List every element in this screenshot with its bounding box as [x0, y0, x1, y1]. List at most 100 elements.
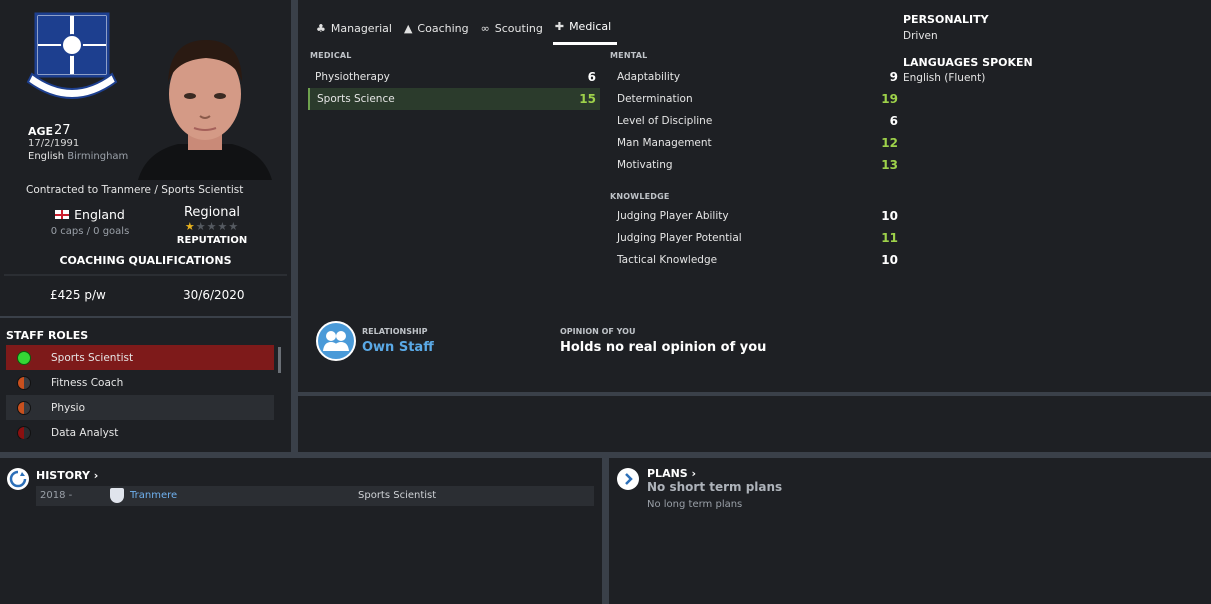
attribute-value: 6 — [587, 70, 596, 84]
attribute-row[interactable]: Tactical Knowledge 10 — [610, 249, 902, 271]
history-title[interactable]: HISTORY › — [36, 469, 98, 482]
reputation-stars: ★★★★★ — [162, 220, 262, 233]
attribute-row[interactable]: Motivating 13 — [610, 154, 902, 176]
plans-panel: PLANS › No short term plans No long term… — [609, 458, 1211, 604]
attribute-label: Sports Science — [317, 93, 395, 105]
tab-label: Medical — [569, 20, 612, 33]
opinion-value: Holds no real opinion of you — [560, 340, 767, 355]
role-item-physio[interactable]: Physio — [6, 395, 274, 420]
tab-medical[interactable]: ✚ Medical — [552, 19, 618, 45]
attribute-label: Determination — [617, 93, 693, 105]
opinion-label: OPINION OF YOU — [560, 327, 636, 336]
role-label: Fitness Coach — [51, 376, 124, 389]
attribute-value: 9 — [889, 70, 898, 84]
knowledge-attributes: Judging Player Ability 10 Judging Player… — [610, 205, 902, 271]
role-label: Physio — [51, 401, 86, 414]
birthplace[interactable]: Birmingham — [67, 151, 128, 162]
attribute-value: 13 — [881, 158, 898, 172]
staff-roles-list[interactable]: Sports Scientist Fitness Coach Physio Da… — [6, 345, 274, 439]
staff-roles-title: STAFF ROLES — [6, 329, 89, 342]
attribute-row[interactable]: Judging Player Potential 11 — [610, 227, 902, 249]
caps-goals: 0 caps / 0 goals — [50, 226, 130, 237]
nationality-value: English — [28, 151, 65, 162]
medical-section-title: MEDICAL — [310, 51, 352, 60]
coaching-icon: ▲ — [403, 21, 413, 35]
attribute-row[interactable]: Sports Science 15 — [308, 88, 600, 110]
england-flag-icon — [55, 210, 70, 219]
relationship-icon — [316, 321, 356, 361]
tab-managerial[interactable]: ♣ Managerial — [314, 19, 398, 45]
history-icon — [7, 468, 29, 490]
relationship-value: Own Staff — [362, 340, 434, 355]
binoculars-icon: ∞ — [480, 21, 490, 35]
attribute-label: Physiotherapy — [315, 71, 390, 83]
role-item-data-analyst[interactable]: Data Analyst — [6, 420, 274, 439]
attribute-value: 10 — [881, 209, 898, 223]
role-suitability-icon — [17, 350, 31, 365]
tab-label: Coaching — [417, 21, 469, 35]
club-badge-icon — [110, 488, 124, 503]
attribute-label: Adaptability — [617, 71, 681, 83]
personality-label: PERSONALITY — [903, 13, 989, 26]
history-club-link[interactable]: Tranmere — [130, 490, 177, 501]
star-icon: ★ — [228, 220, 240, 233]
staff-profile-panel: AGE 27 17/2/1991 English Birmingham Cont… — [0, 0, 291, 316]
chevron-right-icon — [617, 468, 639, 490]
nationality: English Birmingham — [28, 151, 128, 162]
tab-label: Managerial — [330, 21, 392, 35]
star-icon: ★ — [195, 220, 207, 233]
short-term-plans: No short term plans — [647, 480, 783, 494]
tab-coaching[interactable]: ▲ Coaching — [402, 19, 475, 45]
history-panel: HISTORY › 2018 - Tranmere Sports Scienti… — [0, 458, 602, 604]
attribute-value: 15 — [579, 92, 596, 106]
contract-expiry: 30/6/2020 — [183, 288, 245, 302]
divider — [4, 274, 287, 276]
medical-attributes: Physiotherapy 6 Sports Science 15 — [308, 66, 600, 110]
age-label: AGE — [28, 125, 54, 138]
star-icon: ★ — [184, 220, 196, 233]
attribute-value: 12 — [881, 136, 898, 150]
history-year: 2018 - — [40, 490, 73, 501]
attribute-label: Level of Discipline — [617, 115, 713, 127]
attributes-panel: ♣ Managerial ▲ Coaching ∞ Scouting ✚ Med… — [298, 0, 1211, 392]
mental-attributes: Adaptability 9 Determination 19 Level of… — [610, 66, 902, 176]
attribute-row[interactable]: Man Management 12 — [610, 132, 902, 154]
attribute-label: Motivating — [617, 159, 673, 171]
club-crest-icon[interactable] — [24, 12, 120, 116]
attribute-tabs: ♣ Managerial ▲ Coaching ∞ Scouting ✚ Med… — [314, 19, 621, 45]
role-item-fitness-coach[interactable]: Fitness Coach — [6, 370, 274, 395]
reputation: Regional ★★★★★ REPUTATION — [162, 205, 262, 243]
role-suitability-icon — [17, 375, 31, 390]
relationship-label: RELATIONSHIP — [362, 327, 428, 336]
staff-roles-panel: STAFF ROLES Sports Scientist Fitness Coa… — [0, 318, 291, 452]
international-info: England 0 caps / 0 goals — [30, 207, 150, 237]
attribute-row[interactable]: Determination 19 — [610, 88, 902, 110]
country-link[interactable]: England — [30, 207, 150, 222]
languages-value: English (Fluent) — [903, 72, 986, 84]
history-role: Sports Scientist — [358, 490, 437, 501]
managerial-icon: ♣ — [316, 21, 326, 35]
attribute-row[interactable]: Physiotherapy 6 — [308, 66, 600, 88]
role-suitability-icon — [17, 400, 31, 415]
attribute-row[interactable]: Level of Discipline 6 — [610, 110, 902, 132]
table-row[interactable]: 2018 - Tranmere Sports Scientist — [36, 486, 594, 506]
role-label: Data Analyst — [51, 426, 119, 439]
coaching-qualifications-label: COACHING QUALIFICATIONS — [59, 254, 232, 267]
star-icon: ★ — [206, 220, 218, 233]
roles-scrollbar[interactable] — [278, 347, 281, 373]
plans-title[interactable]: PLANS › — [647, 467, 696, 480]
reputation-level: Regional — [183, 205, 241, 220]
role-item-sports-scientist[interactable]: Sports Scientist — [6, 345, 274, 370]
attribute-label: Judging Player Ability — [617, 210, 729, 222]
attribute-value: 11 — [881, 231, 898, 245]
tab-scouting[interactable]: ∞ Scouting — [479, 19, 549, 45]
tab-label: Scouting — [494, 21, 543, 35]
contract-summary[interactable]: Contracted to Tranmere / Sports Scientis… — [26, 184, 243, 196]
attribute-row[interactable]: Judging Player Ability 10 — [610, 205, 902, 227]
attribute-value: 19 — [881, 92, 898, 106]
age-value: 27 — [54, 123, 71, 138]
mental-section-title: MENTAL — [610, 51, 648, 60]
role-label: Sports Scientist — [51, 351, 134, 364]
attribute-row[interactable]: Adaptability 9 — [610, 66, 902, 88]
wage: £425 p/w — [50, 288, 106, 302]
